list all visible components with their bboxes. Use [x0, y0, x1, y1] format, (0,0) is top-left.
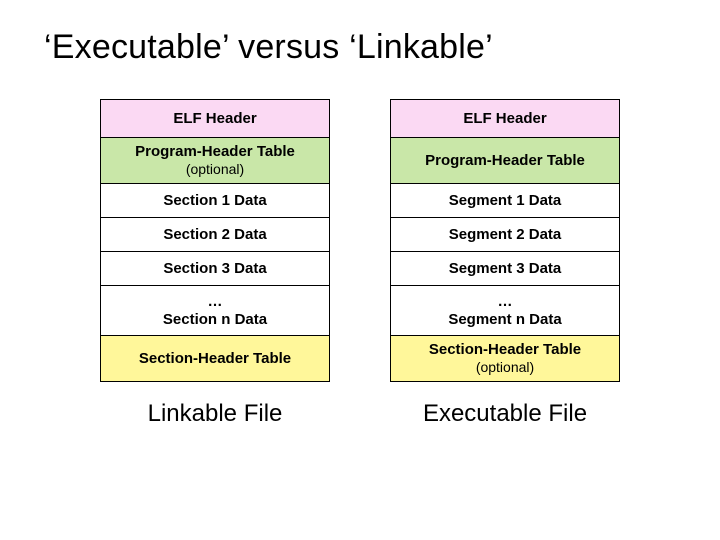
cell-text: Segment 3 Data [449, 260, 562, 278]
elf-header-cell: ELF Header [100, 100, 330, 138]
section-n-data-cell: … Section n Data [100, 286, 330, 336]
program-header-table-cell: Program-Header Table (optional) [100, 138, 330, 184]
section-2-data-cell: Section 2 Data [100, 218, 330, 252]
executable-caption: Executable File [390, 400, 620, 428]
cell-text: ELF Header [173, 110, 256, 128]
section-header-table-cell: Section-Header Table [100, 336, 330, 382]
cell-text: ELF Header [463, 110, 546, 128]
program-header-table-cell: Program-Header Table [390, 138, 620, 184]
cell-text: Segment 2 Data [449, 226, 562, 244]
cell-text: Section-Header Table [139, 350, 291, 368]
executable-stack: ELF Header Program-Header Table Segment … [390, 99, 620, 382]
segment-2-data-cell: Segment 2 Data [390, 218, 620, 252]
segment-3-data-cell: Segment 3 Data [390, 252, 620, 286]
cell-subtext: Segment n Data [448, 311, 561, 329]
cell-text: … [208, 293, 223, 311]
cell-text: Program-Header Table [135, 143, 295, 161]
section-1-data-cell: Section 1 Data [100, 184, 330, 218]
linkable-stack: ELF Header Program-Header Table (optiona… [100, 99, 330, 382]
executable-column: ELF Header Program-Header Table Segment … [390, 99, 620, 428]
segment-1-data-cell: Segment 1 Data [390, 184, 620, 218]
cell-text: Section-Header Table [429, 341, 581, 359]
elf-header-cell: ELF Header [390, 100, 620, 138]
cell-subtext: Section n Data [163, 311, 267, 329]
section-3-data-cell: Section 3 Data [100, 252, 330, 286]
cell-text: Segment 1 Data [449, 192, 562, 210]
cell-text: Section 2 Data [163, 226, 266, 244]
cell-text: Section 3 Data [163, 260, 266, 278]
cell-text: Program-Header Table [425, 152, 585, 170]
segment-n-data-cell: … Segment n Data [390, 286, 620, 336]
cell-subtext: (optional) [186, 161, 244, 178]
diagram-columns: ELF Header Program-Header Table (optiona… [0, 99, 720, 428]
linkable-column: ELF Header Program-Header Table (optiona… [100, 99, 330, 428]
slide-title: ‘Executable’ versus ‘Linkable’ [0, 0, 720, 67]
section-header-table-cell: Section-Header Table (optional) [390, 336, 620, 382]
cell-subtext: (optional) [476, 359, 534, 376]
cell-text: … [498, 293, 513, 311]
linkable-caption: Linkable File [100, 400, 330, 428]
cell-text: Section 1 Data [163, 192, 266, 210]
